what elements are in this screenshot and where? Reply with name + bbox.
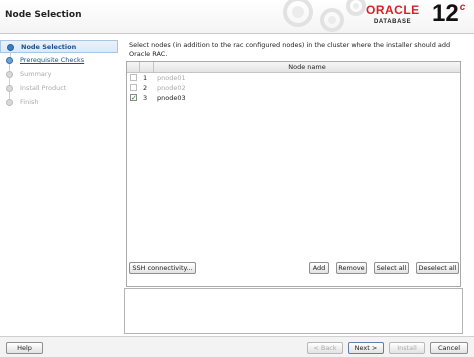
step-finish: Finish [0,96,118,109]
logo-product: DATABASE [374,19,412,25]
install-button[interactable]: Install [389,342,425,354]
node-name: pnode03 [157,94,186,102]
help-button[interactable]: Help [6,342,43,354]
gears-decoration-icon [283,0,366,32]
cancel-button[interactable]: Cancel [430,342,468,354]
row-checkbox[interactable]: ✓ [130,94,137,102]
column-header-node-name: Node name [288,63,326,71]
deselect-all-button[interactable]: Deselect all [416,262,459,274]
check-icon: ✓ [131,94,137,102]
table-row[interactable]: ✓ 3 pnode03 [127,93,460,103]
step-label: Finish [20,98,39,106]
column-header-number [140,62,154,72]
add-button[interactable]: Add [309,262,329,274]
step-label: Install Product [20,84,67,92]
table-row: 1 pnode01 [127,73,460,83]
logo-version: 12c [432,0,466,27]
back-button[interactable]: < Back [307,342,343,354]
step-prerequisite-checks[interactable]: Prerequisite Checks [0,54,118,72]
step-pending-icon [6,85,13,92]
footer-bar: Help < Back Next > Install Cancel [0,336,474,357]
node-name: pnode01 [157,74,186,82]
row-number: 1 [143,74,148,82]
node-table: Node name 1 pnode01 2 pnode02 ✓ 3 pnode0… [126,61,461,287]
row-checkbox [130,74,137,81]
step-label: Node Selection [21,43,77,51]
row-number: 2 [143,84,148,92]
steps-sidebar: Node Selection Prerequisite Checks Summa… [0,35,118,335]
step-label: Prerequisite Checks [20,56,85,64]
step-pending-icon [6,71,13,78]
table-header: Node name [127,62,460,73]
node-name: pnode02 [157,84,186,92]
step-label: Summary [20,70,52,78]
column-header-select [127,62,140,72]
step-summary: Summary [0,68,118,86]
row-number: 3 [143,94,148,102]
instruction-text: Select nodes (in addition to the rac con… [129,41,451,58]
step-install-product: Install Product [0,82,118,100]
step-node-selection[interactable]: Node Selection [0,40,118,59]
table-row: 2 pnode02 [127,83,460,93]
row-checkbox [130,84,137,91]
step-link-icon [6,57,13,64]
remove-button[interactable]: Remove [336,262,367,274]
logo-brand: ORACLE [366,3,420,17]
window-header: Node Selection ORACLE DATABASE 12c [0,0,474,34]
step-current-icon [7,44,14,51]
select-all-button[interactable]: Select all [374,262,409,274]
page-title: Node Selection [5,10,82,20]
step-pending-icon [6,99,13,106]
message-area [124,288,463,334]
next-button[interactable]: Next > [348,342,384,354]
oracle-database-logo: ORACLE DATABASE 12c [366,0,466,31]
ssh-connectivity-button[interactable]: SSH connectivity... [129,262,196,274]
